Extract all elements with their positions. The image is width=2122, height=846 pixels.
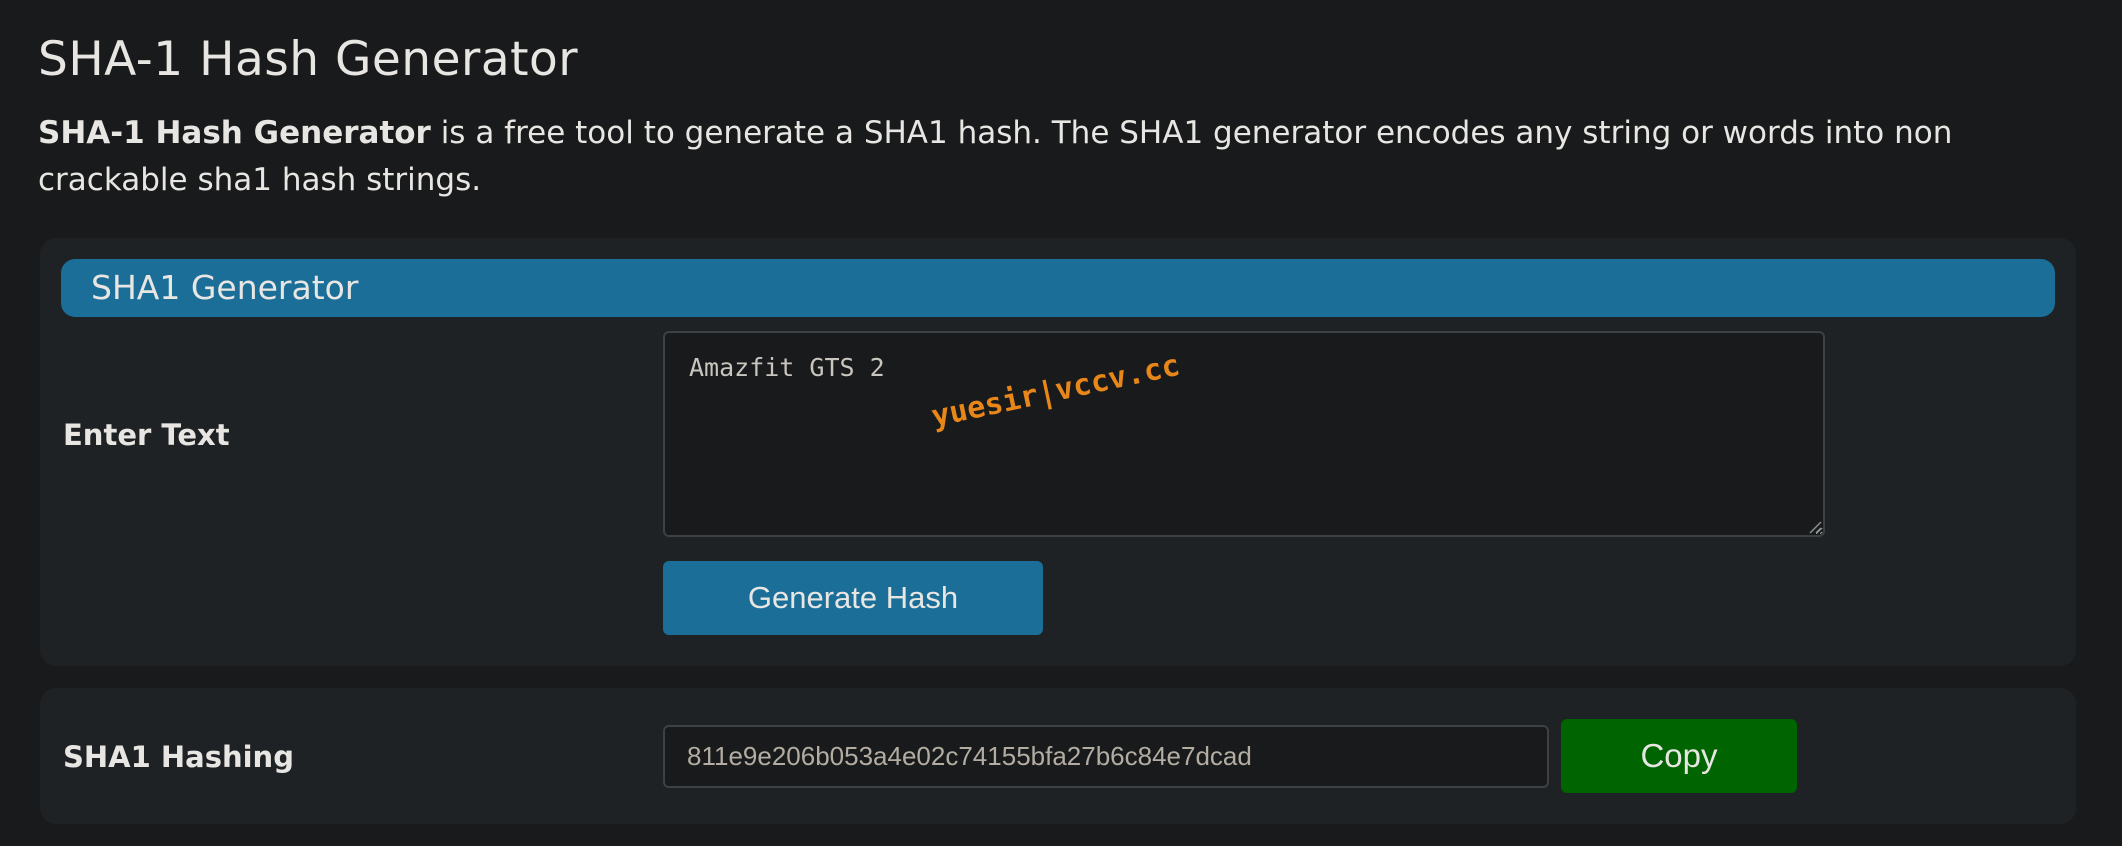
page-title: SHA-1 Hash Generator	[38, 32, 579, 87]
page: SHA-1 Hash Generator SHA-1 Hash Generato…	[0, 0, 2122, 846]
enter-text-label: Enter Text	[63, 418, 230, 452]
hash-output-field[interactable]	[663, 725, 1549, 788]
copy-button[interactable]: Copy	[1561, 719, 1797, 793]
generate-hash-button[interactable]: Generate Hash	[663, 561, 1043, 635]
text-input[interactable]: Amazfit GTS 2	[663, 331, 1825, 537]
result-card: SHA1 Hashing Copy	[40, 688, 2076, 824]
intro-bold-title: SHA-1 Hash Generator	[38, 115, 431, 151]
generator-card: SHA1 Generator Enter Text Amazfit GTS 2 …	[40, 238, 2076, 666]
generator-card-title: SHA1 Generator	[91, 268, 359, 307]
sha1-hashing-label: SHA1 Hashing	[63, 740, 294, 774]
intro-paragraph: SHA-1 Hash Generator is a free tool to g…	[38, 110, 2018, 204]
generator-card-header: SHA1 Generator	[61, 259, 2055, 317]
resize-grip-icon[interactable]	[1808, 520, 1822, 534]
